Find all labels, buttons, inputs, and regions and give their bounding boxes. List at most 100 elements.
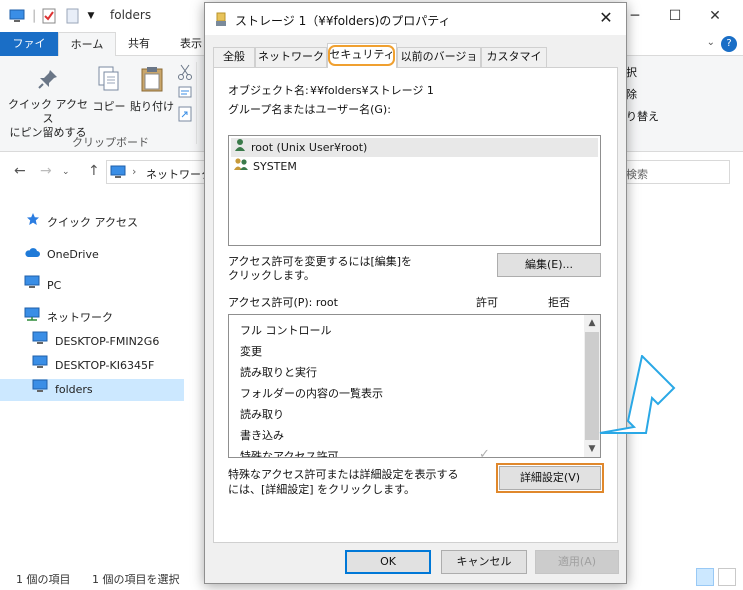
perm-read-execute: 読み取りと実行 bbox=[240, 366, 317, 379]
permissions-scrollbar[interactable]: ▲ ▼ bbox=[584, 315, 600, 457]
breadcrumb-separator: › bbox=[132, 165, 137, 178]
search-placeholder: 検索 bbox=[626, 168, 648, 181]
tab-network[interactable]: ネットワーク bbox=[255, 47, 327, 67]
nav-item-onedrive[interactable]: OneDrive bbox=[24, 244, 99, 266]
network-location-icon bbox=[110, 165, 126, 182]
cut-icon[interactable] bbox=[178, 64, 192, 83]
tab-share[interactable]: 共有 bbox=[120, 32, 158, 56]
pin-quick-access-button[interactable]: クイック アクセス にピン留めする bbox=[6, 68, 90, 140]
nav-item-quick-access[interactable]: クイック アクセス bbox=[26, 212, 138, 234]
tab-previous-versions[interactable]: 以前のバージョン bbox=[397, 47, 481, 81]
nav-item-network[interactable]: ネットワーク bbox=[24, 307, 113, 329]
tab-customize[interactable]: カスタマイズ bbox=[481, 47, 547, 81]
help-icon[interactable]: ? bbox=[721, 36, 737, 52]
nav-label-desktop-ki6345f: DESKTOP-KI6345F bbox=[55, 359, 155, 372]
recent-locations-chevron-icon[interactable]: ⌄ bbox=[62, 167, 70, 177]
dialog-close-icon[interactable]: ✕ bbox=[594, 7, 618, 31]
scroll-thumb[interactable] bbox=[585, 332, 599, 440]
details-view-icon[interactable] bbox=[696, 568, 714, 586]
select-all-partial[interactable]: 択 bbox=[626, 64, 637, 80]
perm-special: 特殊なアクセス許可 bbox=[240, 450, 339, 458]
status-selected-count: 1 個の項目を選択 bbox=[92, 573, 180, 586]
maximize-icon[interactable]: ☐ bbox=[660, 4, 690, 28]
nav-label-folders: folders bbox=[55, 383, 93, 396]
properties-quickaccess-icon[interactable] bbox=[40, 7, 58, 25]
advanced-button[interactable]: 詳細設定(V) bbox=[499, 466, 601, 490]
user-list[interactable]: root (Unix User¥root) SYSTEM bbox=[228, 135, 601, 246]
forward-arrow-icon[interactable]: → bbox=[40, 163, 52, 179]
nav-item-pc[interactable]: PC bbox=[24, 275, 61, 297]
nav-item-desktop-ki6345f[interactable]: DESKTOP-KI6345F bbox=[32, 355, 154, 377]
breadcrumb-network[interactable]: ネットワーク bbox=[146, 166, 212, 182]
paste-icon bbox=[128, 66, 176, 96]
titlebar-separator: │ bbox=[30, 9, 38, 23]
paste-shortcut-icon[interactable] bbox=[178, 106, 192, 125]
back-arrow-icon[interactable]: ← bbox=[14, 163, 26, 179]
ribbon-separator bbox=[196, 62, 197, 144]
perm-write: 書き込み bbox=[240, 429, 284, 442]
tab-home[interactable]: ホーム bbox=[58, 32, 116, 57]
clipboard-group-label: クリップボード bbox=[72, 136, 149, 149]
object-name-label: オブジェクト名: bbox=[228, 84, 309, 97]
computer-icon bbox=[32, 379, 48, 401]
tab-file[interactable]: ファイル bbox=[0, 32, 58, 73]
pc-icon bbox=[24, 275, 40, 297]
user-row-root[interactable]: root (Unix User¥root) bbox=[231, 138, 598, 157]
computer-icon bbox=[32, 331, 48, 353]
security-panel: オブジェクト名: ¥¥folders¥ストレージ 1 グループ名またはユーザー名… bbox=[213, 67, 618, 543]
tab-general[interactable]: 全般 bbox=[213, 47, 255, 67]
dialog-tab-strip: 全般 ネットワーク セキュリティ 以前のバージョン カスタマイズ bbox=[213, 43, 618, 81]
invert-selection-partial[interactable]: り替え bbox=[626, 108, 659, 124]
user-name-system: SYSTEM bbox=[253, 160, 297, 173]
computer-icon bbox=[32, 355, 48, 377]
status-item-count: 1 個の項目 bbox=[16, 573, 71, 586]
copy-icon bbox=[92, 66, 126, 96]
group-names-label: グループ名またはユーザー名(G): bbox=[228, 103, 391, 116]
nav-item-folders[interactable]: folders bbox=[0, 379, 184, 401]
allow-column-header: 許可 bbox=[476, 296, 498, 309]
permissions-list[interactable]: フル コントロール 変更 読み取りと実行 フォルダーの内容の一覧表示 読み取り … bbox=[228, 314, 601, 458]
copy-path-icon[interactable] bbox=[178, 86, 192, 101]
select-none-partial[interactable]: 除 bbox=[626, 86, 637, 102]
deny-column-header: 拒否 bbox=[548, 296, 570, 309]
user-name-root: root (Unix User¥root) bbox=[251, 141, 368, 154]
customize-quickaccess-dropdown-icon[interactable]: ▼ bbox=[84, 7, 98, 25]
permissions-label: アクセス許可(P): root bbox=[228, 296, 338, 309]
cloud-icon bbox=[24, 244, 40, 266]
ok-button[interactable]: OK bbox=[345, 550, 431, 574]
computer-icon bbox=[8, 7, 26, 25]
perm-list-folder: フォルダーの内容の一覧表示 bbox=[240, 387, 383, 400]
paste-button[interactable]: 貼り付け bbox=[128, 66, 176, 114]
new-folder-quickaccess-icon[interactable] bbox=[64, 7, 80, 25]
user-row-system[interactable]: SYSTEM bbox=[231, 157, 598, 176]
perm-modify: 変更 bbox=[240, 345, 262, 358]
paste-label: 貼り付け bbox=[130, 100, 174, 113]
nav-item-desktop-fmin2g6[interactable]: DESKTOP-FMIN2G6 bbox=[32, 331, 159, 353]
large-icons-view-icon[interactable] bbox=[718, 568, 736, 586]
special-hint-line2: には、[詳細設定] をクリックします。 bbox=[228, 483, 415, 496]
edit-button[interactable]: 編集(E)... bbox=[497, 253, 601, 277]
object-name-value: ¥¥folders¥ストレージ 1 bbox=[310, 84, 434, 97]
nav-label-network: ネットワーク bbox=[47, 311, 113, 324]
perm-read: 読み取り bbox=[240, 408, 284, 421]
drive-icon bbox=[214, 11, 228, 30]
scroll-down-icon[interactable]: ▼ bbox=[584, 441, 600, 457]
apply-button[interactable]: 適用(A) bbox=[535, 550, 619, 574]
up-arrow-icon[interactable]: ↑ bbox=[88, 163, 100, 179]
close-icon[interactable]: ✕ bbox=[700, 4, 730, 28]
copy-button[interactable]: コピー bbox=[92, 66, 126, 114]
ribbon-collapse-icon[interactable]: ⌄ bbox=[707, 37, 715, 48]
dialog-titlebar: ストレージ 1（¥¥folders)のプロパティ ✕ bbox=[205, 3, 626, 35]
user-icon bbox=[233, 138, 247, 158]
copy-label: コピー bbox=[92, 100, 126, 113]
explorer-title: folders bbox=[110, 8, 152, 22]
tab-security[interactable]: セキュリティ bbox=[327, 43, 397, 68]
dialog-title: ストレージ 1（¥¥folders)のプロパティ bbox=[235, 14, 451, 28]
special-allow-check-icon: ✓ bbox=[479, 447, 490, 458]
special-hint-line1: 特殊なアクセス許可または詳細設定を表示する bbox=[228, 468, 459, 481]
cancel-button[interactable]: キャンセル bbox=[441, 550, 527, 574]
nav-label-desktop-fmin2g6: DESKTOP-FMIN2G6 bbox=[55, 335, 160, 348]
scroll-up-icon[interactable]: ▲ bbox=[584, 315, 600, 331]
navigation-pane: クイック アクセス OneDrive PC ネットワーク DESKTOP-FMI… bbox=[0, 192, 204, 564]
properties-dialog: ストレージ 1（¥¥folders)のプロパティ ✕ 全般 ネットワーク セキュ… bbox=[204, 2, 627, 584]
